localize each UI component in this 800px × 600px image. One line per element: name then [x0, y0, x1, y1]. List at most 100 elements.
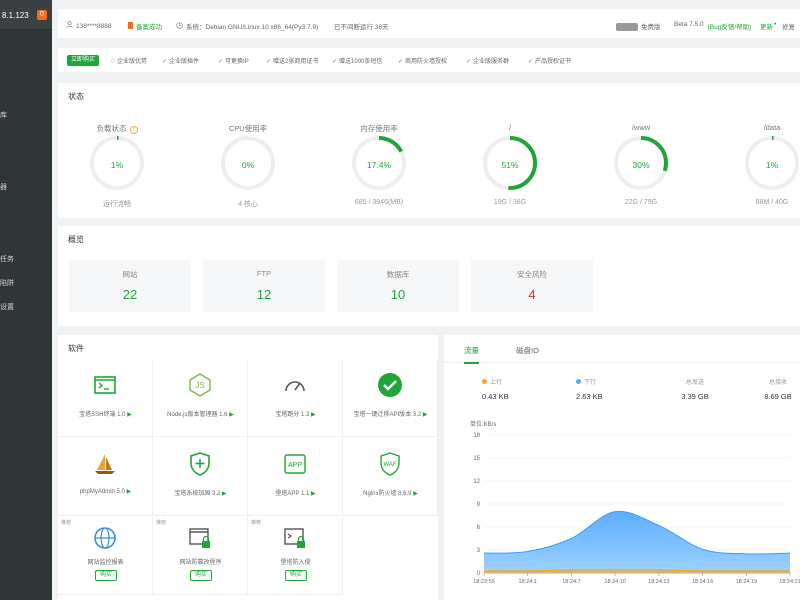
feature-item: ✓ 产品授权证书 [528, 56, 571, 65]
software-item[interactable]: 宝塔一键迁移API版本 3.2 ▶ [343, 359, 438, 437]
overview-card-value: 12 [256, 287, 272, 302]
enterprise-features-bar: 立即购买 ♢ 企业版优势 ✓ 企业版插件 ✓ 可更换IP ✓ 赠送2张商用证书 ✓ 赠送… [58, 48, 800, 72]
tab-disk-io[interactable]: 磁盘IO [516, 345, 539, 356]
software-name: 堡塔APP 1.1 ▶ [275, 491, 316, 497]
buy-button[interactable]: 购买 [285, 570, 307, 581]
overview-card-label: 数据库 [386, 270, 410, 279]
sidebar-item-0[interactable]: 库 [0, 110, 7, 120]
user-icon [66, 21, 73, 28]
gauge-1[interactable]: CPU使用率 0% 4 核心 [193, 123, 303, 243]
feature-label: 产品授权证书 [535, 59, 572, 65]
bug-report-link[interactable]: [Bug反馈/帮助] [708, 21, 751, 31]
overview-card-sites[interactable]: 网站 22 [69, 260, 191, 312]
gauge-label: /data [763, 123, 781, 132]
software-name: 宝塔一键迁移API版本 3.2 ▶ [353, 412, 428, 418]
gauge-value: 0% [241, 160, 255, 170]
software-item[interactable]: 推荐 堡塔防入侵 购买 [248, 517, 343, 595]
svg-text:JS: JS [195, 381, 204, 390]
status-panel: 状态 负载状态? 1% 运行流畅 CPU使用率 0% 4 核心 内存使用率 17.4% 685 … [58, 83, 800, 218]
check-icon: ✓ [162, 59, 168, 65]
software-name: phpMyAdmin 5.0 ▶ [79, 489, 132, 495]
software-name: 宝塔SSH终端 1.0 ▶ [79, 412, 132, 418]
gauge-4[interactable]: /www 30% 22G / 79G [586, 123, 696, 243]
feature-label: 赠送1000条短信 [339, 59, 383, 65]
cert-status[interactable]: 备案成功 [128, 21, 162, 31]
software-item[interactable]: JS Node.js版本管理器 1.6 ▶ [153, 359, 248, 437]
enterprise-advantage[interactable]: ♢ 企业版优势 [110, 56, 147, 65]
overview-card-security[interactable]: 安全风险 4 [471, 260, 593, 312]
sidebar-item-3[interactable]: 陷阱 [0, 278, 14, 288]
software-name: 宝塔跑分 1.3 ▶ [275, 412, 316, 418]
overview-card-ftp[interactable]: FTP 12 [203, 260, 325, 312]
upload-dot-icon [482, 379, 487, 384]
gauge-2[interactable]: 内存使用率 17.4% 685 / 3946(MB) [324, 123, 434, 243]
sidebar-item-4[interactable]: 设置 [0, 302, 14, 312]
update-link[interactable]: 更新 [760, 21, 773, 31]
sidebar-item-1[interactable]: 器 [0, 182, 7, 192]
stat-upload: 上行 0.43 KB [482, 377, 572, 401]
buy-button[interactable]: 购买 [95, 570, 117, 581]
feature-label: 可更换IP [225, 59, 249, 65]
gauge-label: 负载状态? [62, 123, 172, 134]
software-name: Nginx防火墙 8.6.9 ▶ [363, 491, 418, 497]
gauge-sub: 685 / 3946(MB) [354, 199, 404, 206]
software-item[interactable]: APP 堡塔APP 1.1 ▶ [248, 438, 343, 516]
software-item[interactable]: 宝塔系统加固 3.2 ▶ [153, 438, 248, 516]
gauge-3[interactable]: / 51% 19G / 38G [455, 123, 565, 243]
buy-button[interactable]: 购买 [190, 570, 212, 581]
gauge-5[interactable]: /data 1% 88M / 40G [717, 123, 800, 243]
y-tick-label: 18 [473, 433, 480, 439]
overview-card-value: 4 [528, 287, 536, 302]
x-tick-label: 18:24:19 [736, 579, 757, 585]
x-tick-label: 18:24:21 [779, 579, 800, 585]
help-icon[interactable]: ? [129, 126, 138, 134]
tab-traffic[interactable]: 流量 [464, 345, 479, 364]
nodejs-icon: JS [189, 373, 211, 397]
terminal-icon [94, 376, 116, 394]
download-dot-icon [576, 379, 581, 384]
x-tick-label: 18:24:1 [519, 579, 537, 585]
buy-now-button[interactable]: 立即购买 [67, 55, 100, 66]
user-info[interactable]: 138****8888 [66, 21, 111, 30]
check-circle-icon [378, 373, 402, 397]
sidebar-item-2[interactable]: 任务 [0, 254, 14, 264]
recommend-tag: 推荐 [251, 520, 262, 526]
series-area-download [484, 511, 790, 573]
y-tick-label: 15 [473, 456, 480, 462]
y-tick-label: 3 [477, 548, 481, 554]
check-icon: ✓ [466, 59, 472, 65]
y-tick-label: 0 [477, 571, 481, 577]
gauge-value: 1% [110, 160, 124, 170]
feature-item: ✓ 可更换IP [218, 56, 249, 65]
user-phone: 138****8888 [76, 23, 112, 30]
stat-label: 总接收 [768, 380, 787, 386]
play-arrow-icon: ▶ [421, 412, 428, 418]
version-label: Beta 7.5.0 [674, 21, 704, 28]
overview-card-value: 10 [390, 287, 406, 302]
gauge-sub: 22G / 79G [624, 199, 658, 206]
software-item[interactable]: WAF Nginx防火墙 8.6.9 ▶ [343, 438, 438, 516]
clock-icon [176, 22, 183, 29]
lock-window-icon [189, 528, 210, 548]
traffic-tabs: 流量 磁盘IO [444, 335, 800, 364]
overview-card-value: 22 [122, 287, 138, 302]
notification-badge[interactable]: 0 [37, 10, 47, 20]
terminal-lock-icon [284, 528, 305, 548]
recommend-tag: 推荐 [156, 520, 167, 526]
software-item[interactable]: 宝塔跑分 1.3 ▶ [248, 359, 343, 437]
software-item[interactable]: 宝塔SSH终端 1.0 ▶ [58, 359, 153, 437]
gauge-0[interactable]: 负载状态? 1% 运行流畅 [62, 123, 172, 243]
software-item[interactable]: phpMyAdmin 5.0 ▶ [58, 438, 153, 516]
software-item[interactable]: 推荐 网站监控报表 购买 [58, 517, 153, 595]
software-panel: 软件 宝塔SSH终端 1.0 ▶ JS Node.js版本管理器 1.6 ▶ 宝塔跑分… [58, 335, 438, 600]
overview-card-database[interactable]: 数据库 10 [337, 260, 459, 312]
globe-icon [94, 527, 116, 549]
edition-label: 免费版 [641, 24, 661, 31]
software-item[interactable]: 推荐 网站防篡改程序 购买 [153, 517, 248, 595]
play-arrow-icon: ▶ [309, 412, 316, 418]
stat-value: 8.69 GB [764, 392, 792, 401]
repair-link[interactable]: 修复 [782, 21, 795, 31]
stat-label: 下行 [584, 380, 597, 386]
stat-label: 总发送 [685, 380, 704, 386]
y-tick-label: 9 [477, 502, 481, 508]
